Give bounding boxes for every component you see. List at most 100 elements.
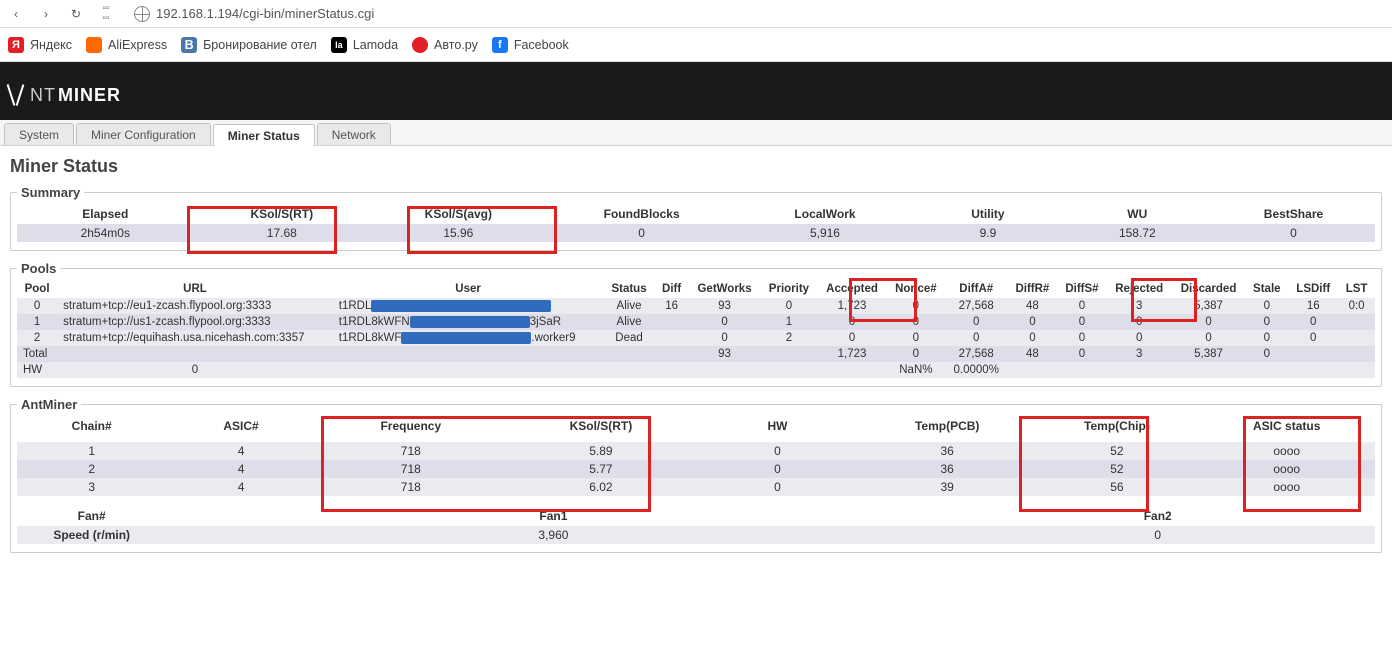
cell [761,346,818,362]
chain-row: 2 4 718 5.77 0 36 52 oooo [17,460,1375,478]
antminer-legend: AntMiner [17,397,81,412]
cell: 0 [1245,346,1288,362]
bookmark-label: AliExpress [108,38,167,52]
cell: 718 [316,478,506,496]
obscured-text [371,300,551,312]
logo-text-thin: NT [30,85,56,106]
cell [1338,330,1375,346]
bookmark-label: Бронирование отел [203,38,317,52]
cell: 27,568 [945,298,1007,314]
th-rejected: Rejected [1107,280,1172,298]
apps-icon[interactable]: ▫▫▫▫ [96,4,116,24]
tab-miner-configuration[interactable]: Miner Configuration [76,123,211,145]
antminer-header-row: Chain# ASIC# Frequency KSol/S(RT) HW Tem… [17,416,1375,436]
th-foundblk: FoundBlocks [547,204,737,224]
tab-network[interactable]: Network [317,123,391,145]
cell: 52 [1035,460,1198,478]
cell: 5,916 [737,224,914,242]
cell: 39 [859,478,1036,496]
app-header: NTMINER [0,62,1392,120]
nav-back-icon[interactable]: ‹ [6,4,26,24]
summary-legend: Summary [17,185,84,200]
pool-row: 2 stratum+tcp://equihash.usa.nicehash.co… [17,330,1375,346]
cell: 0 [887,298,945,314]
yandex-icon: Я [8,37,24,53]
bookmark-booking[interactable]: ВБронирование отел [181,37,317,53]
cell: stratum+tcp://eu1-zcash.flypool.org:3333 [57,298,333,314]
cell: 56 [1035,478,1198,496]
pool-row: 0 stratum+tcp://eu1-zcash.flypool.org:33… [17,298,1375,314]
cell: 0 [1245,298,1288,314]
cell: 3 [1107,346,1172,362]
bookmark-aliexpress[interactable]: AliExpress [86,37,167,53]
bookmark-autoru[interactable]: Авто.ру [412,37,478,53]
cell: 0 [887,330,945,346]
cell: t1RDL8kWF.worker9 [333,330,604,346]
cell: 0 [696,478,859,496]
th-url: URL [57,280,333,298]
cell [655,330,689,346]
lamoda-icon: la [331,37,347,53]
pool-row: 1 stratum+tcp://us1-zcash.flypool.org:33… [17,314,1375,330]
th-fan2: Fan2 [940,506,1375,526]
th-asicstatus: ASIC status [1198,416,1375,436]
cell: 36 [859,460,1036,478]
logo-text-bold: MINER [58,85,121,106]
cell: 0 [817,314,886,330]
cell: 5,387 [1172,298,1246,314]
cell: 0 [817,330,886,346]
cell: 5.77 [506,460,696,478]
cell [817,362,886,378]
cell: 93 [689,346,761,362]
cell: 2 [17,460,166,478]
nav-forward-icon[interactable]: › [36,4,56,24]
summary-header-row: Elapsed KSol/S(RT) KSol/S(avg) FoundBloc… [17,204,1375,224]
th-accepted: Accepted [817,280,886,298]
chain-row: 3 4 718 6.02 0 39 56 oooo [17,478,1375,496]
cell: 0 [1057,330,1106,346]
cell [603,346,654,362]
tab-miner-status[interactable]: Miner Status [213,124,315,146]
cell: 0 [940,526,1375,544]
th-diffa: DiffA# [945,280,1007,298]
bookmark-lamoda[interactable]: laLamoda [331,37,398,53]
cell: 0:0 [1338,298,1375,314]
th-priority: Priority [761,280,818,298]
cell: 3 [17,478,166,496]
cell: 17.68 [194,224,371,242]
cell [655,362,689,378]
cell: 0 [1007,314,1057,330]
tab-system[interactable]: System [4,123,74,145]
address-bar[interactable]: 192.168.1.194/cgi-bin/minerStatus.cgi [126,3,1386,25]
cell: 4 [166,460,315,478]
reload-icon[interactable]: ↻ [66,4,86,24]
th-lsdiff: LSDiff [1288,280,1338,298]
cell: stratum+tcp://us1-zcash.flypool.org:3333 [57,314,333,330]
th-temp-pcb: Temp(PCB) [859,416,1036,436]
th-elapsed: Elapsed [17,204,194,224]
user-suffix: .worker9 [531,332,575,344]
th-ksolrt: KSol/S(RT) [506,416,696,436]
bookmark-yandex[interactable]: ЯЯндекс [8,37,72,53]
cell: 3,960 [166,526,940,544]
cell: oooo [1198,460,1375,478]
cell: oooo [1198,442,1375,460]
cell [1288,362,1338,378]
th-status: Status [603,280,654,298]
cell: Dead [603,330,654,346]
cell: 0 [696,442,859,460]
bookmark-facebook[interactable]: fFacebook [492,37,569,53]
pools-table: Pool URL User Status Diff GetWorks Prior… [17,280,1375,378]
fan-table: Fan# Fan1 Fan2 Speed (r/min) 3,960 0 [17,506,1375,544]
cell: 0 [945,314,1007,330]
bookmark-label: Авто.ру [434,38,478,52]
th-discarded: Discarded [1172,280,1246,298]
summary-section: Summary Elapsed KSol/S(RT) KSol/S(avg) F… [10,185,1382,251]
th-nonce: Nonce# [887,280,945,298]
cell: 1,723 [817,298,886,314]
cell: 0 [1057,346,1106,362]
cell: Alive [603,298,654,314]
cell: t1RDL8kWFN3jSaR [333,314,604,330]
cell [1057,362,1106,378]
cell: oooo [1198,478,1375,496]
